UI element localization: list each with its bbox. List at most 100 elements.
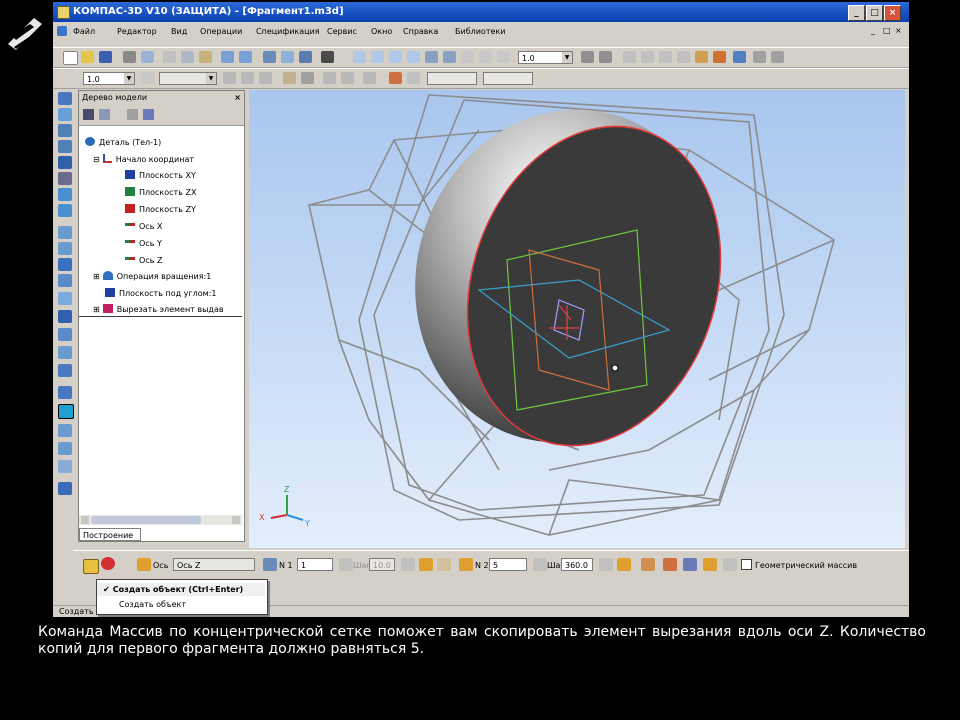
tree-node-cut-extrude[interactable]: ⊞ Вырезать элемент выдав — [93, 303, 224, 316]
library-manager-icon[interactable] — [263, 51, 276, 63]
menu-specification[interactable]: Спецификация — [256, 27, 320, 36]
state-icon-2[interactable] — [241, 72, 254, 84]
measure-icon[interactable] — [58, 386, 72, 399]
help-pointer-icon[interactable] — [321, 51, 334, 63]
save-icon[interactable] — [99, 51, 112, 63]
step1-mode2-icon[interactable] — [419, 558, 433, 571]
chamfer-icon[interactable] — [58, 226, 72, 239]
geometric-array-icon[interactable] — [703, 558, 717, 571]
mdi-close-button[interactable]: × — [895, 26, 902, 35]
perspective-icon[interactable] — [733, 51, 746, 63]
doc-menu-icon[interactable] — [57, 26, 67, 36]
minimize-button[interactable]: _ — [848, 5, 865, 21]
wireframe-icon[interactable] — [623, 51, 636, 63]
cut-icon[interactable] — [163, 51, 176, 63]
redo-icon[interactable] — [239, 51, 252, 63]
tree-node-revolve[interactable]: ⊞ Операция вращения:1 — [93, 270, 211, 283]
tree-node-plane-zy[interactable]: Плоскость ZY — [125, 203, 196, 216]
zoom-out-icon[interactable] — [389, 51, 402, 63]
tree-node-plane-zx[interactable]: Плоскость ZX — [125, 186, 196, 199]
state-icon-3[interactable] — [259, 72, 272, 84]
revolve-icon[interactable] — [58, 140, 72, 153]
refresh-icon[interactable] — [461, 51, 474, 63]
model-viewport[interactable]: X Y Z — [249, 90, 905, 548]
scroll-left-icon[interactable] — [81, 516, 89, 524]
menu-operations[interactable]: Операции — [200, 27, 242, 36]
scroll-right-icon[interactable] — [232, 516, 240, 524]
mdi-restore-button[interactable]: □ — [883, 26, 891, 35]
hidden-lines-icon[interactable] — [641, 51, 654, 63]
loft-icon[interactable] — [58, 172, 72, 185]
formula-icon[interactable] — [299, 51, 312, 63]
measure-icon[interactable] — [771, 51, 784, 63]
mdi-minimize-button[interactable]: _ — [871, 26, 875, 35]
kinematic-icon[interactable] — [58, 156, 72, 169]
maximize-button[interactable]: □ — [866, 5, 883, 21]
zoom-all-icon[interactable] — [407, 51, 420, 63]
concentric-array-icon[interactable] — [58, 404, 74, 419]
delete-instances-icon[interactable] — [663, 558, 677, 571]
menu-view[interactable]: Вид — [171, 27, 187, 36]
copy-icon[interactable] — [181, 51, 194, 63]
menu-file[interactable]: Файл — [73, 27, 95, 36]
shell-icon[interactable] — [58, 274, 72, 287]
step1-field[interactable]: 10.0 — [369, 558, 395, 571]
tree-node-axis-z[interactable]: Ось Z — [125, 254, 162, 267]
edit-part-icon[interactable] — [58, 92, 72, 105]
step2-mode-icon[interactable] — [599, 558, 613, 571]
model-tree-close-button[interactable]: × — [234, 91, 241, 105]
state-icon-10[interactable] — [407, 72, 420, 84]
popup-item-create-object[interactable]: Создать объект — [97, 598, 265, 611]
zoom-in-icon[interactable] — [371, 51, 384, 63]
scroll-thumb[interactable] — [91, 516, 201, 524]
incline-icon[interactable] — [58, 292, 72, 305]
sketch-icon[interactable] — [58, 108, 72, 121]
pointer-icon[interactable] — [83, 109, 94, 120]
zoom-select[interactable]: 1.0 ▼ — [518, 51, 573, 64]
state-icon-8[interactable] — [363, 72, 376, 84]
close-button[interactable]: × — [884, 5, 901, 21]
state-icon-9[interactable] — [389, 72, 402, 84]
tree-structure-icon[interactable] — [143, 109, 154, 120]
menu-window[interactable]: Окно — [371, 27, 392, 36]
tree-node-angled-plane[interactable]: Плоскость под углом:1 — [105, 287, 216, 300]
axis-field[interactable]: Ось Z — [173, 558, 255, 571]
view-orientation-icon[interactable] — [141, 72, 154, 84]
surface-icon[interactable] — [58, 424, 72, 437]
new-icon[interactable] — [63, 51, 78, 65]
fit-icon[interactable] — [497, 51, 510, 63]
tree-rollback-line[interactable] — [79, 316, 242, 317]
show-all-icon[interactable] — [479, 51, 492, 63]
cut-icon[interactable] — [58, 188, 72, 201]
extrude-icon[interactable] — [58, 124, 72, 137]
state-icon-7[interactable] — [341, 72, 354, 84]
orientation-mode-icon[interactable] — [641, 558, 655, 571]
menu-libraries[interactable]: Библиотеки — [455, 27, 505, 36]
variables-icon[interactable] — [281, 51, 294, 63]
shaded-edges-icon[interactable] — [713, 51, 726, 63]
curves-icon[interactable] — [58, 442, 72, 455]
coord-y-field[interactable] — [483, 72, 533, 85]
step2-mode2-icon[interactable] — [617, 558, 631, 571]
thread-icon[interactable] — [58, 346, 72, 359]
menu-service[interactable]: Сервис — [327, 27, 357, 36]
stop-icon[interactable] — [101, 557, 115, 570]
create-object-button[interactable] — [83, 559, 99, 574]
zoom-window-icon[interactable] — [353, 51, 366, 63]
hole-icon[interactable] — [58, 242, 72, 255]
step2-field[interactable]: 360.0 — [561, 558, 593, 571]
state-icon-1[interactable] — [223, 72, 236, 84]
step1-mode3-icon[interactable] — [437, 558, 451, 571]
paste-icon[interactable] — [199, 51, 212, 63]
rib-icon[interactable] — [58, 258, 72, 271]
state-icon-6[interactable] — [323, 72, 336, 84]
tab-construction[interactable]: Построение — [79, 528, 141, 541]
state-icon-5[interactable] — [301, 72, 314, 84]
tree-node-origin[interactable]: ⊟ Начало координат — [93, 153, 194, 166]
aux-geometry-icon[interactable] — [58, 460, 72, 473]
tree-filter-icon[interactable] — [99, 109, 110, 120]
diagnostics-icon[interactable] — [58, 482, 72, 495]
section-icon[interactable] — [753, 51, 766, 63]
tree-node-part[interactable]: Деталь (Тел-1) — [85, 136, 161, 149]
mirror-icon[interactable] — [58, 310, 72, 323]
